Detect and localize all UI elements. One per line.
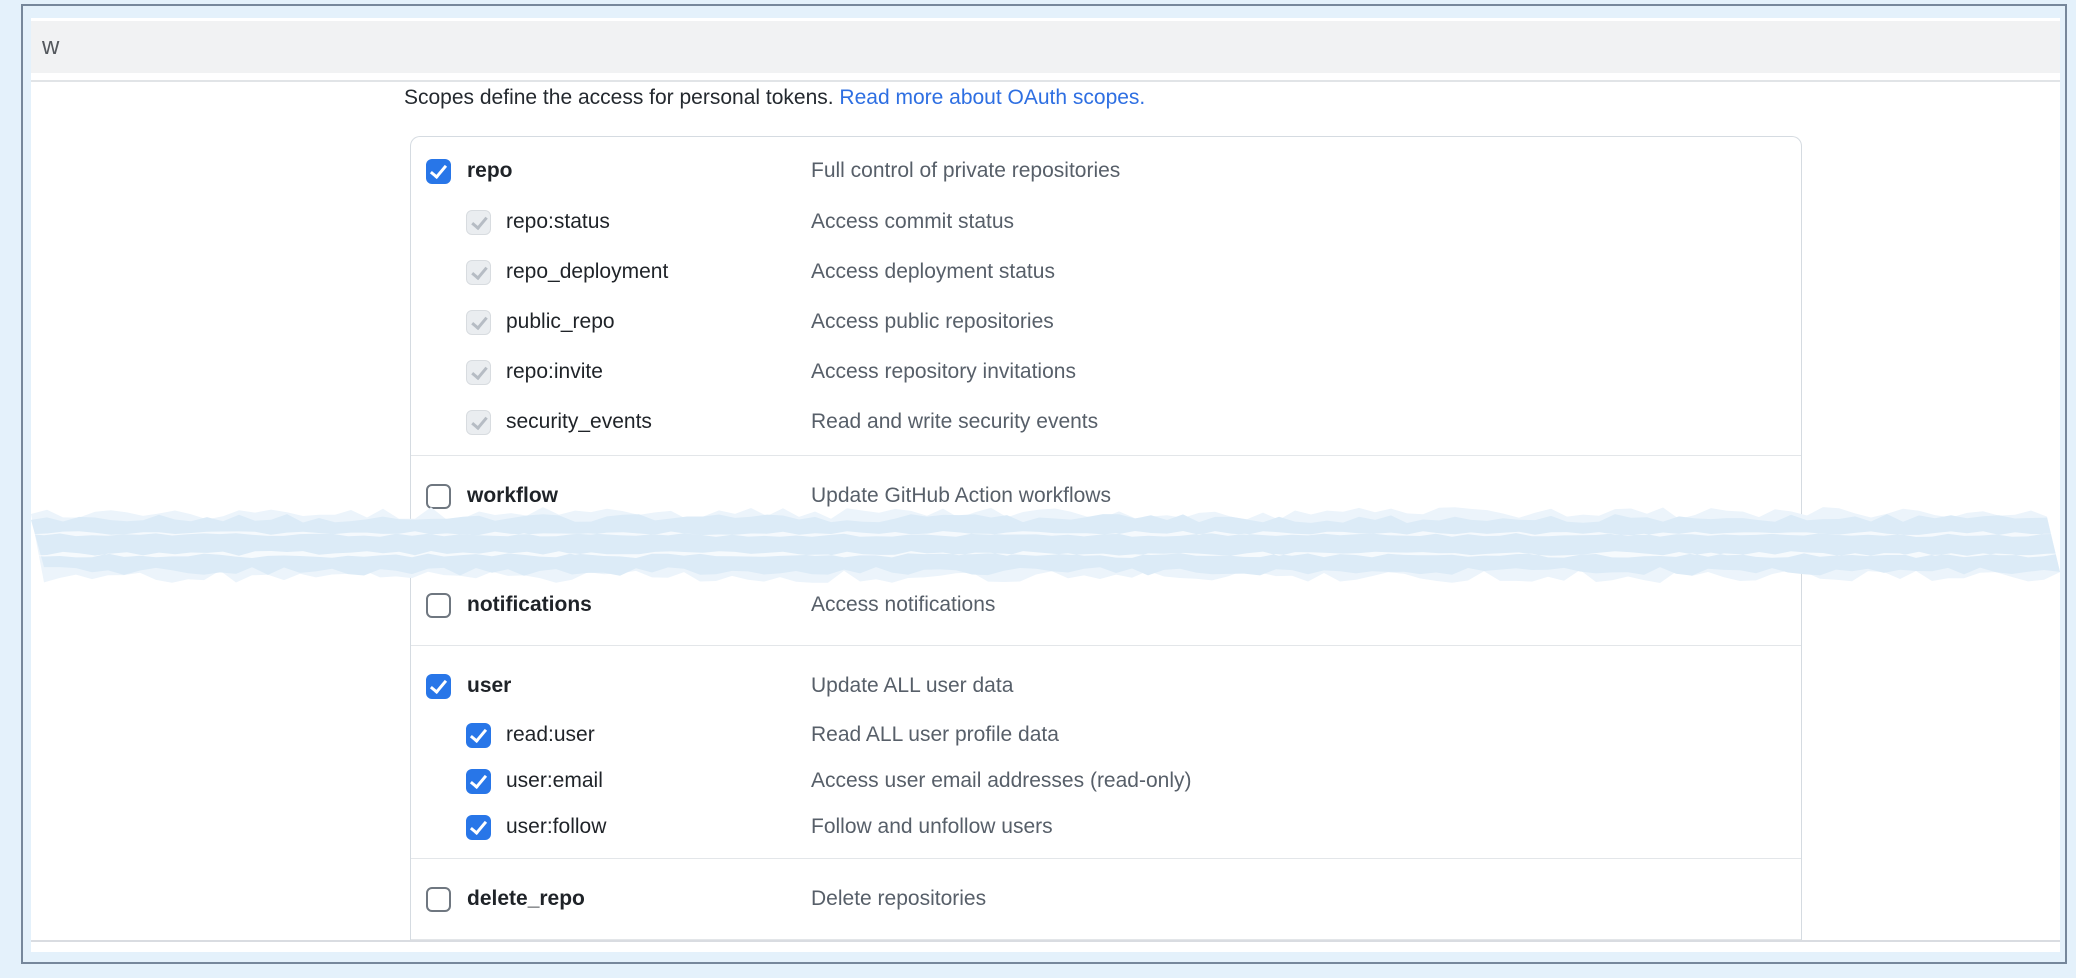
checkbox-public-repo [466, 310, 491, 335]
scope-name: user [467, 674, 511, 698]
scope-name: security_events [506, 410, 652, 434]
scope-row-public-repo: public_repo Access public repositories [411, 297, 1801, 347]
scope-name: user:email [506, 769, 603, 793]
scope-description: Access user email addresses (read-only) [811, 769, 1191, 793]
scope-name: repo_deployment [506, 260, 668, 284]
desktop-background: w Scopes define the access for personal … [0, 0, 2076, 978]
checkbox-user-email[interactable] [466, 769, 491, 794]
checkbox-user[interactable] [426, 674, 451, 699]
scopes-intro-text: Scopes define the access for personal to… [404, 86, 839, 109]
page-bottom-edge [31, 940, 2060, 942]
checkbox-read-user[interactable] [466, 723, 491, 748]
scope-group-notifications: notifications Access notifications [411, 564, 1801, 645]
scope-group-workflow: workflow Update GitHub Action workflows [411, 455, 1801, 536]
scope-name: workflow [467, 484, 558, 508]
oauth-scopes-link[interactable]: Read more about OAuth scopes. [839, 86, 1145, 109]
page-screenshot: w Scopes define the access for personal … [31, 18, 2060, 952]
scope-group-user: user Update ALL user data read:user Read AL… [411, 645, 1801, 858]
scope-group-repo: repo Full control of private repositories… [411, 137, 1801, 455]
hidden-rows-gap [411, 536, 1801, 564]
scope-name: public_repo [506, 310, 615, 334]
scope-group-delete-repo: delete_repo Delete repositories [411, 858, 1801, 939]
checkbox-delete-repo[interactable] [426, 887, 451, 912]
scope-description: Update GitHub Action workflows [811, 484, 1111, 508]
checkbox-notifications[interactable] [426, 593, 451, 618]
scope-row-read-user: read:user Read ALL user profile data [411, 712, 1801, 758]
scopes-intro: Scopes define the access for personal to… [404, 86, 1145, 110]
scope-description: Access repository invitations [811, 360, 1076, 384]
scope-name: repo:status [506, 210, 610, 234]
scope-description: Delete repositories [811, 887, 986, 911]
checkbox-security-events [466, 410, 491, 435]
scope-description: Access notifications [811, 593, 995, 617]
address-bar[interactable]: w [31, 21, 2060, 73]
scope-description: Follow and unfollow users [811, 815, 1053, 839]
scope-description: Read ALL user profile data [811, 723, 1059, 747]
scope-description: Access deployment status [811, 260, 1055, 284]
scope-name: notifications [467, 593, 592, 617]
checkbox-repo-deployment [466, 260, 491, 285]
checkbox-repo[interactable] [426, 159, 451, 184]
checkbox-repo-invite [466, 360, 491, 385]
scope-name: read:user [506, 723, 595, 747]
scope-row-user-follow: user:follow Follow and unfollow users [411, 804, 1801, 850]
browser-window: w Scopes define the access for personal … [21, 4, 2067, 964]
scope-row-workflow: workflow Update GitHub Action workflows [411, 470, 1801, 522]
scope-name: repo [467, 159, 513, 183]
scopes-box: repo Full control of private repositories… [410, 136, 1802, 940]
scope-row-delete-repo: delete_repo Delete repositories [411, 873, 1801, 925]
address-bar-text: w [42, 33, 59, 61]
scope-row-repo-invite: repo:invite Access repository invitations [411, 347, 1801, 397]
checkbox-user-follow[interactable] [466, 815, 491, 840]
scope-row-repo-status: repo:status Access commit status [411, 197, 1801, 247]
scope-name: delete_repo [467, 887, 585, 911]
scope-description: Access public repositories [811, 310, 1054, 334]
scope-description: Access commit status [811, 210, 1014, 234]
scope-row-user-email: user:email Access user email addresses (r… [411, 758, 1801, 804]
scope-row-notifications: notifications Access notifications [411, 579, 1801, 631]
scope-row-repo-deployment: repo_deployment Access deployment status [411, 247, 1801, 297]
checkbox-workflow[interactable] [426, 484, 451, 509]
checkbox-repo-status [466, 210, 491, 235]
scope-description: Update ALL user data [811, 674, 1013, 698]
scope-row-repo: repo Full control of private repositories [411, 145, 1801, 197]
scope-description: Read and write security events [811, 410, 1098, 434]
scope-row-user: user Update ALL user data [411, 660, 1801, 712]
scope-row-security-events: security_events Read and write security e… [411, 397, 1801, 447]
scope-name: repo:invite [506, 360, 603, 384]
scope-description: Full control of private repositories [811, 159, 1120, 183]
scope-name: user:follow [506, 815, 606, 839]
topbar-divider [31, 80, 2060, 82]
